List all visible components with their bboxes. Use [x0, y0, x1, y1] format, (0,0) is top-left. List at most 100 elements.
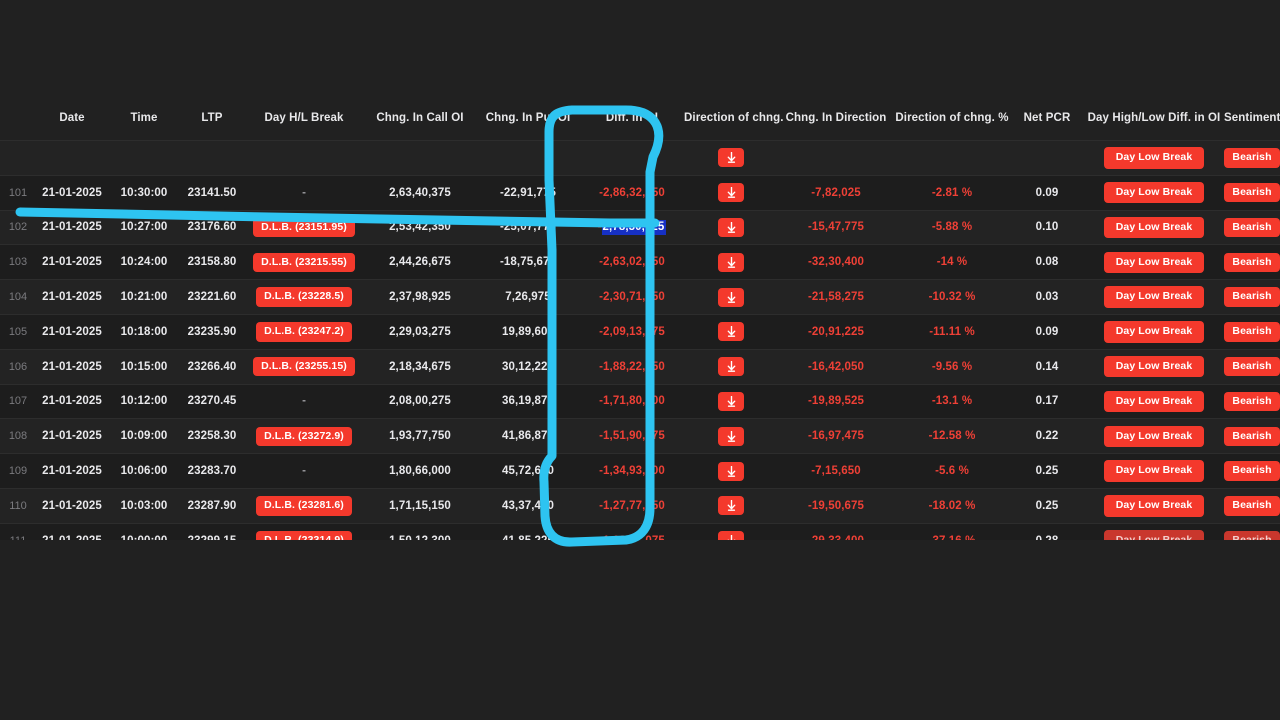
cell-chng-in-put-oi: [476, 140, 580, 176]
column-header-chng-in-direction[interactable]: Chng. In Direction: [778, 112, 894, 141]
day-low-break-badge[interactable]: Day Low Break: [1103, 216, 1205, 239]
day-hl-break-badge[interactable]: D.L.B. (23151.95): [253, 217, 355, 238]
table-row[interactable]: 106 21-01-2025 10:15:00 23266.40 D.L.B. (232…: [0, 348, 1280, 385]
sentiment-badge[interactable]: Bearish: [1224, 217, 1280, 238]
arrow-down-icon[interactable]: [718, 183, 744, 203]
table-row[interactable]: 109 21-01-2025 10:06:00 23283.70 - 1,80,66,00…: [0, 453, 1280, 489]
cell-diff-in-oi[interactable]: -1,27,77,750: [580, 487, 684, 524]
table-row[interactable]: 105 21-01-2025 10:18:00 23235.90 D.L.B. (232…: [0, 313, 1280, 350]
arrow-down-icon[interactable]: [718, 461, 744, 481]
table-row[interactable]: 107 21-01-2025 10:12:00 23270.45 - 2,08,00,27…: [0, 383, 1280, 419]
cell-chng-in-put-oi: 41,85,225: [476, 522, 580, 540]
table-row[interactable]: 108 21-01-2025 10:09:00 23258.30 D.L.B. (232…: [0, 418, 1280, 454]
day-low-break-badge[interactable]: Day Low Break: [1103, 530, 1205, 540]
arrow-down-icon[interactable]: [718, 496, 744, 516]
sentiment-badge[interactable]: Bearish: [1224, 322, 1280, 342]
day-low-break-badge[interactable]: Day Low Break: [1103, 147, 1205, 169]
day-hl-break-badge[interactable]: D.L.B. (23272.9): [256, 426, 352, 447]
column-header-day-hl-break[interactable]: Day H/L Break: [244, 112, 364, 141]
day-low-break-badge[interactable]: Day Low Break: [1103, 321, 1205, 343]
table-viewport[interactable]: Date Time LTP Day H/L Break Chng. In Cal…: [0, 112, 1280, 540]
cell-chng-in-direction: -20,91,225: [778, 313, 894, 350]
cell-chng-in-direction: [778, 140, 894, 176]
diff-in-oi-selected[interactable]: -2,78,50,125: [598, 220, 667, 236]
cell-diff-in-oi[interactable]: -2,86,32,150: [580, 174, 684, 211]
arrow-down-icon[interactable]: [718, 252, 744, 272]
cell-diff-in-oi[interactable]: -2,09,13,675: [580, 313, 684, 350]
sentiment-badge[interactable]: Bearish: [1224, 287, 1280, 307]
sentiment-badge[interactable]: Bearish: [1224, 426, 1280, 447]
day-low-break-badge[interactable]: Day Low Break: [1103, 251, 1205, 274]
arrow-down-icon[interactable]: [718, 391, 744, 411]
cell-date: 21-01-2025: [36, 348, 108, 385]
sentiment-badge[interactable]: Bearish: [1224, 252, 1280, 273]
day-hl-break-badge[interactable]: D.L.B. (23281.6): [256, 496, 352, 516]
table-row[interactable]: 104 21-01-2025 10:21:00 23221.60 D.L.B. (232…: [0, 279, 1280, 315]
table-row[interactable]: 101 21-01-2025 10:30:00 23141.50 - 2,63,40,37…: [0, 174, 1280, 211]
cell-chng-in-put-oi: 45,72,600: [476, 453, 580, 489]
table-row-partial[interactable]: Day Low Break Bearish: [0, 140, 1280, 176]
cell-sentiment: Bearish: [1224, 487, 1280, 524]
column-header-direction-of-chng-pct[interactable]: Direction of chng. %: [894, 112, 1010, 141]
arrow-down-icon[interactable]: [718, 217, 744, 237]
table-row[interactable]: 103 21-01-2025 10:24:00 23158.80 D.L.B. (232…: [0, 244, 1280, 280]
arrow-down-icon[interactable]: [718, 426, 744, 446]
cell-rownum: [0, 140, 36, 176]
day-low-break-badge[interactable]: Day Low Break: [1103, 460, 1205, 482]
sentiment-badge[interactable]: Bearish: [1224, 356, 1280, 377]
table-row[interactable]: 102 21-01-2025 10:27:00 23176.60 D.L.B. (231…: [0, 209, 1280, 245]
cell-diff-in-oi[interactable]: -2,78,50,125: [580, 209, 684, 245]
day-hl-break-badge[interactable]: D.L.B. (23228.5): [256, 287, 352, 307]
table-row[interactable]: 11121-01-202510:00:0023299.15 D.L.B. (233…: [0, 522, 1280, 540]
sentiment-badge[interactable]: Bearish: [1224, 148, 1280, 168]
day-hl-break-badge[interactable]: D.L.B. (23255.15): [253, 356, 355, 377]
cell-diff-in-oi[interactable]: -2,63,02,350: [580, 244, 684, 280]
column-header-chng-in-put-oi[interactable]: Chng. In Put OI: [476, 112, 580, 141]
day-low-break-badge[interactable]: Day Low Break: [1103, 286, 1205, 308]
column-header-net-pcr[interactable]: Net PCR: [1010, 112, 1084, 141]
cell-diff-in-oi[interactable]: -1,88,22,450: [580, 348, 684, 385]
cell-diff-in-oi[interactable]: -1,71,80,400: [580, 383, 684, 419]
cell-date: 21-01-2025: [36, 279, 108, 315]
table-row[interactable]: 110 21-01-2025 10:03:00 23287.90 D.L.B. (232…: [0, 487, 1280, 524]
day-hl-break-badge[interactable]: D.L.B. (23215.55): [253, 252, 355, 273]
cell-diff-in-oi[interactable]: -1,34,93,400: [580, 453, 684, 489]
cell-direction-of-chng-pct: -18.02 %: [894, 487, 1010, 524]
cell-diff-in-oi[interactable]: -2,30,71,950: [580, 279, 684, 315]
cell-direction-of-chng: [684, 209, 778, 245]
column-header-ltp[interactable]: LTP: [180, 112, 244, 141]
arrow-down-icon[interactable]: [718, 148, 744, 168]
cell-date: [36, 140, 108, 176]
sentiment-badge[interactable]: Bearish: [1224, 496, 1280, 516]
column-header-chng-in-call-oi[interactable]: Chng. In Call OI: [364, 112, 476, 141]
cell-ltp: 23299.15: [180, 522, 244, 540]
cell-direction-of-chng: [684, 453, 778, 489]
sentiment-badge[interactable]: Bearish: [1224, 461, 1280, 481]
day-hl-break-badge[interactable]: D.L.B. (23314.9): [256, 531, 352, 540]
day-low-break-badge[interactable]: Day Low Break: [1103, 425, 1205, 448]
day-low-break-badge[interactable]: Day Low Break: [1103, 495, 1205, 517]
column-header-rownum[interactable]: [0, 112, 36, 141]
column-header-direction-of-chng[interactable]: Direction of chng.: [684, 112, 783, 141]
day-hl-break-badge[interactable]: D.L.B. (23247.2): [256, 322, 352, 342]
cell-diff-in-oi[interactable]: -1,08,27,075: [580, 522, 684, 540]
sentiment-badge[interactable]: Bearish: [1224, 531, 1280, 540]
cell-time: 10:09:00: [108, 418, 180, 454]
arrow-down-icon[interactable]: [718, 357, 744, 377]
diff-in-oi-value: -1,71,80,400: [599, 395, 665, 408]
sentiment-badge[interactable]: Bearish: [1224, 391, 1280, 412]
column-header-time[interactable]: Time: [108, 112, 180, 141]
column-header-day-high-low-diff-in-oi[interactable]: Day High/Low Diff. in OI: [1084, 112, 1224, 141]
day-low-break-badge[interactable]: Day Low Break: [1103, 390, 1205, 413]
day-low-break-badge[interactable]: Day Low Break: [1103, 355, 1205, 378]
arrow-down-icon[interactable]: [718, 322, 744, 342]
column-header-date[interactable]: Date: [36, 112, 108, 141]
day-low-break-badge[interactable]: Day Low Break: [1103, 181, 1205, 204]
arrow-down-icon[interactable]: [718, 287, 744, 307]
arrow-down-icon[interactable]: [718, 531, 744, 540]
cell-diff-in-oi[interactable]: -1,51,90,875: [580, 418, 684, 454]
cell-sentiment: Bearish: [1224, 383, 1280, 419]
column-header-diff-in-oi[interactable]: Diff. in OI: [580, 112, 684, 141]
column-header-sentiment[interactable]: Sentiment: [1224, 112, 1280, 141]
sentiment-badge[interactable]: Bearish: [1224, 182, 1280, 203]
